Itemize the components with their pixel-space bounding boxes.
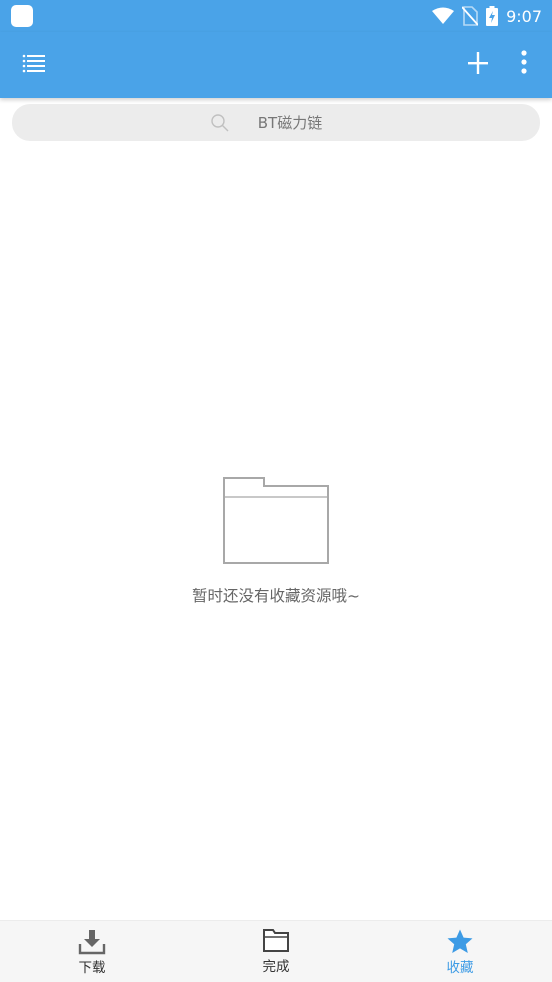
search-placeholder: BT磁力链 [257, 114, 323, 132]
list-menu-icon [22, 54, 45, 73]
tab-completed-label: 完成 [262, 959, 290, 975]
tab-download[interactable]: 下载 [0, 921, 184, 982]
tab-favorites[interactable]: 收藏 [368, 921, 552, 982]
tab-completed[interactable]: 完成 [184, 921, 368, 982]
status-time: 9:07 [506, 6, 542, 26]
add-button[interactable] [462, 47, 494, 79]
search-icon [211, 113, 229, 131]
star-icon [447, 929, 473, 953]
battery-charging-icon [486, 6, 499, 26]
folder-icon [263, 929, 289, 952]
tab-favorites-label: 收藏 [446, 960, 474, 976]
app-icon [11, 5, 33, 27]
more-options-button[interactable] [512, 47, 536, 79]
download-icon [78, 930, 106, 955]
wifi-icon [432, 7, 455, 24]
bottom-navigation: 下载 完成 收藏 [0, 920, 552, 982]
no-sim-icon [462, 6, 479, 26]
status-icons: 9:07 [432, 0, 542, 32]
empty-folder-icon [223, 477, 329, 564]
empty-state-message: 暂时还没有收藏资源哦~ [192, 587, 360, 605]
plus-icon [468, 52, 488, 74]
app-bar [0, 32, 552, 98]
tab-download-label: 下载 [78, 960, 106, 976]
more-vert-icon [521, 50, 527, 74]
menu-button[interactable] [18, 49, 50, 81]
search-input[interactable]: BT磁力链 [12, 104, 540, 141]
status-bar: 9:07 [0, 0, 552, 32]
